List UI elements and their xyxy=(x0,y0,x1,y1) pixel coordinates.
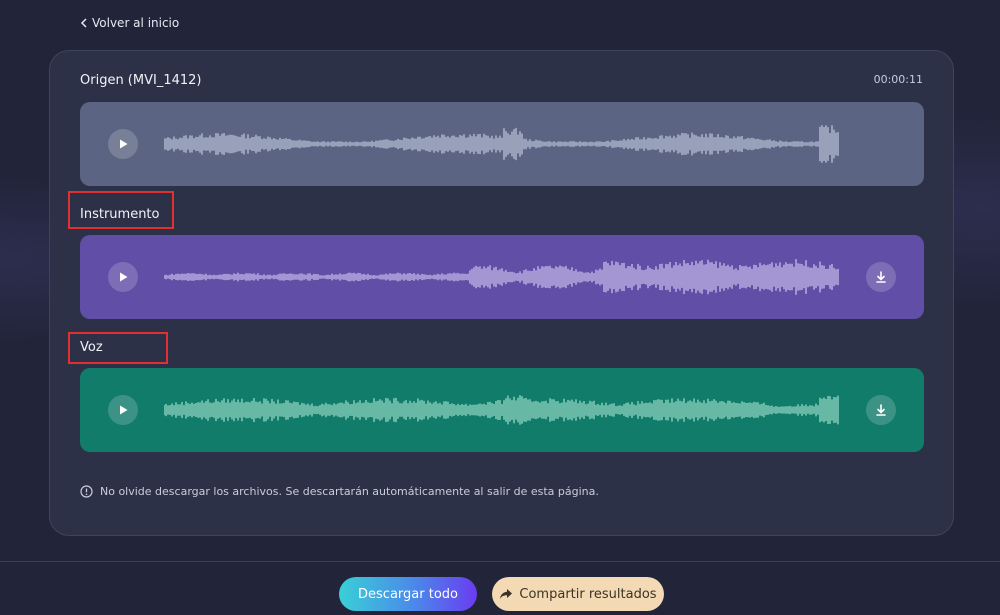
play-icon xyxy=(120,139,128,149)
chevron-left-icon xyxy=(80,18,87,28)
source-waveform xyxy=(164,125,839,163)
waveform-path xyxy=(164,125,839,163)
back-link-label: Volver al inicio xyxy=(92,16,180,30)
voice-download-button[interactable] xyxy=(866,395,896,425)
source-track-label: Origen (MVI_1412) xyxy=(80,73,202,88)
share-results-label: Compartir resultados xyxy=(519,586,657,602)
share-arrow-icon xyxy=(500,589,513,599)
voice-play-button[interactable] xyxy=(108,395,138,425)
waveform-path xyxy=(164,259,839,295)
instrument-waveform xyxy=(164,259,839,295)
notice-text: No olvide descargar los archivos. Se des… xyxy=(100,485,599,498)
play-icon xyxy=(120,272,128,282)
results-panel: Origen (MVI_1412) 00:00:11 Instrumento V… xyxy=(49,50,954,536)
source-play-button[interactable] xyxy=(108,129,138,159)
instrument-highlight-box xyxy=(68,191,174,229)
footer-divider xyxy=(0,561,1000,562)
source-track xyxy=(80,102,924,186)
instrument-track xyxy=(80,235,924,319)
back-link[interactable]: Volver al inicio xyxy=(80,16,179,30)
instrument-play-button[interactable] xyxy=(108,262,138,292)
instrument-download-button[interactable] xyxy=(866,262,896,292)
download-icon xyxy=(876,404,886,416)
duration-label: 00:00:11 xyxy=(873,73,923,86)
notice: No olvide descargar los archivos. Se des… xyxy=(80,485,599,498)
info-icon xyxy=(80,485,93,498)
download-all-button[interactable]: Descargar todo xyxy=(339,577,477,611)
play-icon xyxy=(120,405,128,415)
share-results-button[interactable]: Compartir resultados xyxy=(492,577,664,611)
voice-waveform xyxy=(164,395,839,425)
voice-track xyxy=(80,368,924,452)
waveform-path xyxy=(164,395,839,425)
download-all-label: Descargar todo xyxy=(358,586,458,602)
download-icon xyxy=(876,271,886,283)
voice-highlight-box xyxy=(68,332,168,364)
